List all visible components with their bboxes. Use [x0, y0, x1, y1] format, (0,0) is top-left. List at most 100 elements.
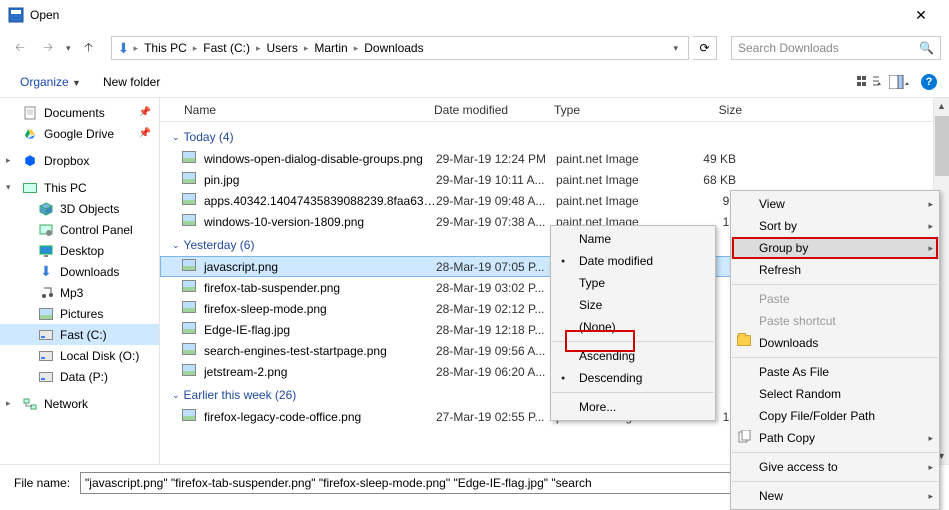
- menu-item[interactable]: Give access to: [731, 456, 939, 478]
- menu-item[interactable]: Sort by: [731, 215, 939, 237]
- menu-item[interactable]: Date modified: [551, 250, 715, 272]
- breadcrumb-segment[interactable]: This PC: [140, 41, 191, 55]
- organize-button[interactable]: Organize ▼: [12, 71, 89, 93]
- tree-item-google-drive[interactable]: Google Drive 📌: [0, 123, 159, 144]
- scroll-thumb[interactable]: [935, 116, 949, 176]
- tree-item-dropbox[interactable]: ▸ ⬢ Dropbox: [0, 150, 159, 171]
- search-input[interactable]: Search Downloads 🔍: [731, 36, 941, 60]
- group-header[interactable]: ⌄Today (4): [160, 124, 933, 148]
- chevron-right-icon[interactable]: ▸: [256, 43, 261, 54]
- tree-item[interactable]: Control Panel: [0, 219, 159, 240]
- menu-item-more[interactable]: More...: [551, 396, 715, 418]
- tree-item[interactable]: Pictures: [0, 303, 159, 324]
- hd-icon: [38, 369, 54, 385]
- preview-pane-button[interactable]: [889, 75, 907, 89]
- column-headers[interactable]: Name Date modified Type Size: [160, 98, 949, 122]
- menu-item[interactable]: Name: [551, 228, 715, 250]
- tree-item[interactable]: Mp3: [0, 282, 159, 303]
- pictures-icon: [38, 306, 54, 322]
- tree-item-network[interactable]: ▸ Network: [0, 393, 159, 414]
- tree-item[interactable]: Fast (C:): [0, 324, 159, 345]
- address-bar[interactable]: ⬇ ▸ This PC ▸ Fast (C:) ▸ Users ▸ Martin…: [111, 36, 689, 60]
- chevron-right-icon[interactable]: ▸: [6, 155, 11, 166]
- image-file-icon: [182, 172, 198, 188]
- tree-item[interactable]: Desktop: [0, 240, 159, 261]
- menu-item[interactable]: Paste shortcut: [731, 310, 939, 332]
- image-file-icon: [182, 364, 198, 380]
- navigation-pane[interactable]: Documents 📌 Google Drive 📌 ▸ ⬢ Dropbox ▾…: [0, 98, 160, 464]
- chevron-down-icon[interactable]: ⌄: [172, 390, 180, 401]
- up-button[interactable]: 🡡: [77, 36, 101, 60]
- menu-item[interactable]: New: [731, 485, 939, 507]
- menu-item[interactable]: Size: [551, 294, 715, 316]
- menu-item[interactable]: Ascending: [551, 345, 715, 367]
- chevron-right-icon[interactable]: ▸: [304, 43, 309, 54]
- menu-item[interactable]: Downloads: [731, 332, 939, 354]
- tree-item[interactable]: Local Disk (O:): [0, 345, 159, 366]
- hd-icon: [38, 327, 54, 343]
- refresh-button[interactable]: ⟳: [693, 36, 717, 60]
- downloads-icon: ⬇: [116, 40, 132, 56]
- back-button[interactable]: 🡠: [8, 36, 32, 60]
- tree-item[interactable]: Data (P:): [0, 366, 159, 387]
- chevron-right-icon[interactable]: ▸: [354, 43, 359, 54]
- documents-icon: [22, 105, 38, 121]
- context-menu[interactable]: ViewSort byGroup byRefresh PastePaste sho…: [730, 190, 940, 510]
- app-icon: [8, 7, 24, 23]
- search-icon: 🔍: [919, 41, 934, 55]
- menu-item[interactable]: (None): [551, 316, 715, 338]
- image-file-icon: [182, 214, 198, 230]
- menu-item[interactable]: Select Random: [731, 383, 939, 405]
- image-file-icon: [182, 280, 198, 296]
- menu-item[interactable]: Type: [551, 272, 715, 294]
- breadcrumb-segment[interactable]: Martin: [310, 41, 351, 55]
- image-file-icon: [182, 259, 198, 275]
- file-row[interactable]: windows-open-dialog-disable-groups.png29…: [160, 148, 933, 169]
- column-size[interactable]: Size: [668, 103, 748, 117]
- chevron-down-icon[interactable]: ⌄: [172, 132, 180, 143]
- menu-item[interactable]: View: [731, 193, 939, 215]
- menu-item[interactable]: Descending: [551, 367, 715, 389]
- image-file-icon: [182, 193, 198, 209]
- column-name[interactable]: Name: [178, 103, 428, 117]
- menu-item[interactable]: Paste As File: [731, 361, 939, 383]
- column-type[interactable]: Type: [548, 103, 668, 117]
- history-dropdown[interactable]: ▾: [64, 43, 73, 54]
- chevron-down-icon[interactable]: ▾: [6, 182, 11, 193]
- menu-item[interactable]: Path Copy: [731, 427, 939, 449]
- folder-icon: [737, 335, 753, 351]
- column-date[interactable]: Date modified: [428, 103, 548, 117]
- menu-item[interactable]: Paste: [731, 288, 939, 310]
- breadcrumb-segment[interactable]: Downloads: [360, 41, 427, 55]
- tree-item[interactable]: ⬇Downloads: [0, 261, 159, 282]
- breadcrumb-segment[interactable]: Fast (C:): [199, 41, 254, 55]
- tree-item-this-pc[interactable]: ▾ This PC: [0, 177, 159, 198]
- pin-icon: 📌: [139, 107, 151, 118]
- forward-button[interactable]: 🡢: [36, 36, 60, 60]
- chevron-down-icon[interactable]: ⌄: [172, 240, 180, 251]
- tree-item-documents[interactable]: Documents 📌: [0, 102, 159, 123]
- chevron-right-icon[interactable]: ▸: [134, 43, 139, 54]
- close-button[interactable]: ✕: [901, 7, 941, 24]
- groupby-submenu[interactable]: NameDate modifiedTypeSize(None) Ascending…: [550, 225, 716, 421]
- address-dropdown[interactable]: ▾: [667, 43, 684, 54]
- new-folder-button[interactable]: New folder: [95, 71, 168, 93]
- menu-item[interactable]: Copy File/Folder Path: [731, 405, 939, 427]
- breadcrumb-segment[interactable]: Users: [262, 41, 301, 55]
- image-file-icon: [182, 301, 198, 317]
- window-title: Open: [30, 8, 901, 22]
- chevron-right-icon[interactable]: ▸: [193, 43, 198, 54]
- chevron-right-icon[interactable]: ▸: [6, 398, 11, 409]
- menu-item[interactable]: Group by: [731, 237, 939, 259]
- pathcopy-icon: [737, 430, 753, 446]
- scroll-up-button[interactable]: ▲: [934, 98, 949, 114]
- filename-label: File name:: [14, 476, 70, 490]
- menu-item[interactable]: Refresh: [731, 259, 939, 281]
- file-row[interactable]: pin.jpg29-Mar-19 10:11 A...paint.net Ima…: [160, 169, 933, 190]
- view-options-button[interactable]: [857, 75, 875, 89]
- help-button[interactable]: ?: [921, 74, 937, 90]
- image-file-icon: [182, 343, 198, 359]
- tree-item[interactable]: 3D Objects: [0, 198, 159, 219]
- down-icon: ⬇: [38, 264, 54, 280]
- desktop-icon: [38, 243, 54, 259]
